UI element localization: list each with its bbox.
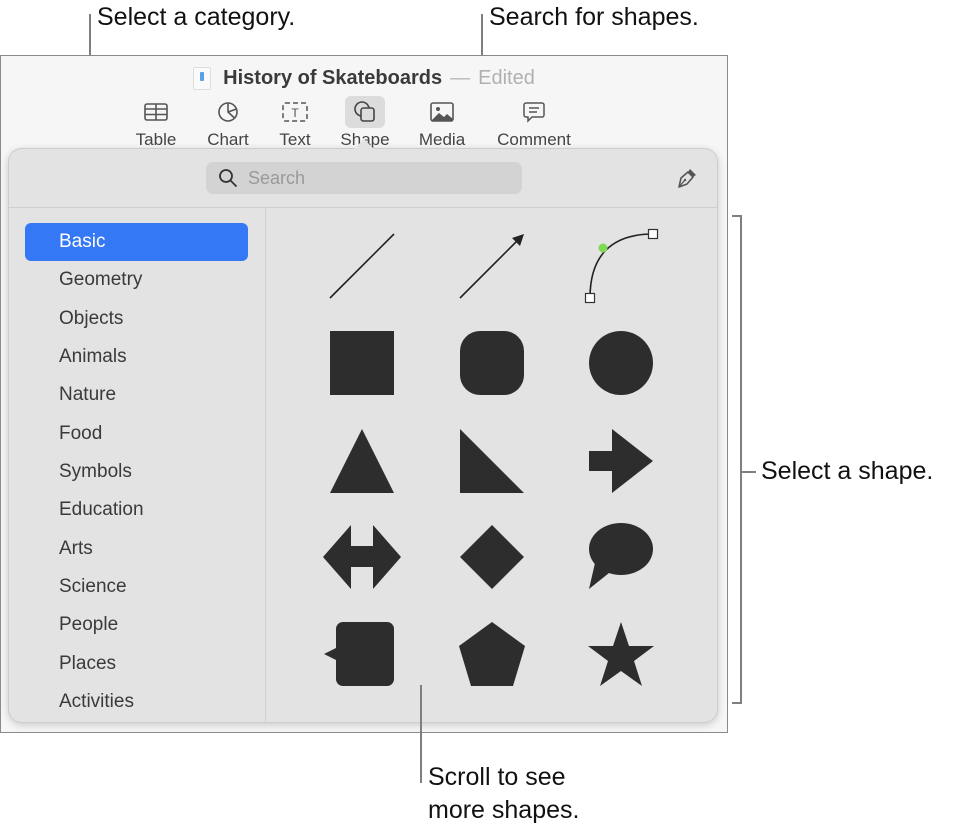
shape-right-triangle[interactable] bbox=[452, 421, 532, 501]
media-icon bbox=[422, 96, 462, 128]
shape-arrow[interactable] bbox=[452, 226, 532, 306]
shape-pentagon[interactable] bbox=[452, 614, 532, 694]
document-title: History of Skateboards bbox=[223, 66, 443, 89]
toolbar-media-button[interactable]: Media bbox=[402, 96, 482, 150]
category-list: Basic Geometry Objects Animals Nature Fo… bbox=[9, 208, 266, 722]
toolbar-text-button[interactable]: T Text bbox=[255, 96, 335, 150]
shape-diamond[interactable] bbox=[452, 517, 532, 597]
table-icon bbox=[136, 96, 176, 128]
shape-curve[interactable] bbox=[581, 226, 661, 306]
keynote-document-icon bbox=[193, 66, 212, 90]
text-box-icon: T bbox=[275, 96, 315, 128]
toolbar-comment-button[interactable]: Comment bbox=[494, 96, 574, 150]
toolbar-table-button[interactable]: Table bbox=[116, 96, 196, 150]
search-callout: Search for shapes. bbox=[489, 3, 699, 31]
toolbar-media-label: Media bbox=[418, 130, 466, 149]
shape-circle[interactable] bbox=[581, 323, 661, 403]
shape-grid bbox=[266, 208, 717, 722]
toolbar-comment-label: Comment bbox=[497, 130, 571, 149]
category-symbols[interactable]: Symbols bbox=[25, 453, 248, 491]
shape-star[interactable] bbox=[581, 614, 661, 694]
category-arts[interactable]: Arts bbox=[25, 530, 248, 568]
pen-icon bbox=[678, 169, 696, 188]
shape-right-arrow[interactable] bbox=[581, 421, 661, 501]
category-callout: Select a category. bbox=[97, 3, 296, 31]
category-basic[interactable]: Basic bbox=[25, 223, 248, 261]
title-separator: — bbox=[450, 66, 471, 89]
toolbar-chart-label: Chart bbox=[207, 130, 249, 149]
shape-library-popover: Basic Geometry Objects Animals Nature Fo… bbox=[8, 139, 718, 723]
comment-icon bbox=[514, 96, 554, 128]
shape-square[interactable] bbox=[322, 323, 402, 403]
category-science[interactable]: Science bbox=[25, 568, 248, 606]
category-geometry[interactable]: Geometry bbox=[25, 261, 248, 299]
title-bar: History of Skateboards — Edited bbox=[1, 56, 727, 100]
scroll-callout-line-2: more shapes. bbox=[428, 796, 580, 824]
shape-triangle[interactable] bbox=[322, 421, 402, 501]
shape-callout-bracket-bottom bbox=[732, 702, 742, 704]
chart-icon bbox=[208, 96, 248, 128]
document-status: Edited bbox=[478, 66, 535, 89]
shape-callout: Select a shape. bbox=[761, 457, 934, 485]
category-activities[interactable]: Activities bbox=[25, 683, 248, 721]
category-places[interactable]: Places bbox=[25, 645, 248, 683]
scroll-callout-leader bbox=[420, 685, 422, 783]
scroll-callout-line-1: Scroll to see bbox=[428, 763, 566, 791]
shape-double-arrow[interactable] bbox=[322, 517, 402, 597]
shape-search-field[interactable] bbox=[206, 162, 522, 194]
search-icon bbox=[219, 169, 237, 187]
draw-with-pen-button[interactable] bbox=[673, 165, 699, 191]
shape-callout-bracket-vertical bbox=[740, 215, 742, 704]
toolbar-table-label: Table bbox=[135, 130, 177, 149]
shape-callout-tick bbox=[742, 471, 756, 473]
shape-callout-square[interactable] bbox=[322, 614, 402, 694]
category-food[interactable]: Food bbox=[25, 415, 248, 453]
svg-text:T: T bbox=[291, 106, 299, 120]
search-input[interactable] bbox=[246, 166, 500, 190]
category-objects[interactable]: Objects bbox=[25, 300, 248, 338]
category-education[interactable]: Education bbox=[25, 491, 248, 529]
shape-speech-bubble[interactable] bbox=[581, 517, 661, 597]
shape-icon bbox=[345, 96, 385, 128]
toolbar-text-label: Text bbox=[279, 130, 311, 149]
category-nature[interactable]: Nature bbox=[25, 376, 248, 414]
shape-line[interactable] bbox=[322, 226, 402, 306]
category-people[interactable]: People bbox=[25, 606, 248, 644]
shape-callout-bracket-top bbox=[732, 215, 742, 217]
popover-header bbox=[9, 149, 717, 208]
shape-rounded-square[interactable] bbox=[452, 323, 532, 403]
category-animals[interactable]: Animals bbox=[25, 338, 248, 376]
